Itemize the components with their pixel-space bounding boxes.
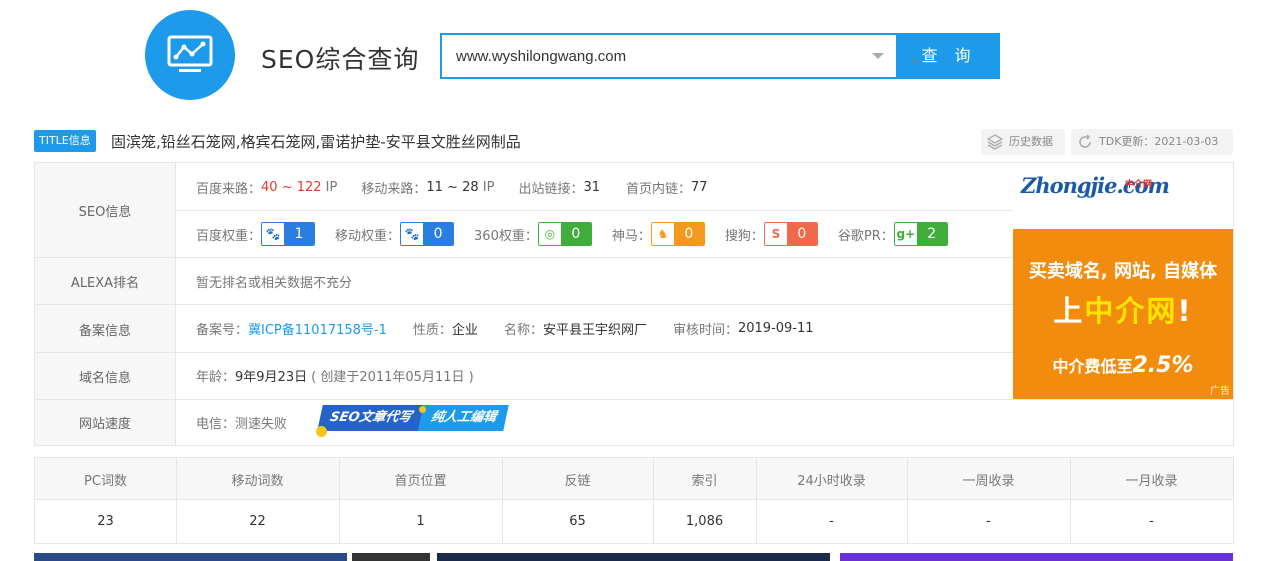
seo-traffic-row: 百度来路： 40 ~ 122 IP 移动来路： 11 ~ 28 IP 出站链接：… <box>196 179 708 197</box>
rank-badge[interactable]: 🐾 1 <box>261 222 316 246</box>
app-logo <box>145 10 235 100</box>
search-input[interactable] <box>454 35 878 77</box>
rank-label: 搜狗： <box>724 228 764 244</box>
icp-row: 备案号： 冀ICP备11017158号-1 性质： 企业 名称： 安平县王宇织网… <box>196 319 814 338</box>
title-tag: TITLE信息 <box>34 130 96 152</box>
stats-value: - <box>829 514 834 529</box>
stats-value: 65 <box>569 514 586 529</box>
history-button[interactable]: 历史数据 <box>981 129 1065 155</box>
speed-row: 电信：测速失败 <box>196 410 287 434</box>
horse-icon: ♞ <box>651 223 674 245</box>
mobile-paw-icon: 🐾 <box>401 223 424 245</box>
banner-preview[interactable] <box>840 553 1233 561</box>
rank-label: 神马： <box>611 228 651 244</box>
zhongjie-ad[interactable]: Zhongjie.com 中介网 买卖域名, 网站, 自媒体 上中介网! 中介费… <box>1013 163 1233 399</box>
history-label: 历史数据 <box>1009 135 1053 148</box>
stats-value: 1 <box>416 514 425 529</box>
icp-date-value: 2019-09-11 <box>737 320 814 336</box>
rank-badge[interactable]: S0 <box>763 222 818 246</box>
alexa-row: 暂无排名或相关数据不充分 <box>196 269 352 293</box>
domain-age-value: 9年9月23日 <box>235 369 308 385</box>
banner-preview[interactable] <box>352 553 430 561</box>
stats-value: 1,086 <box>685 514 724 529</box>
domain-label: 域名信息 <box>35 353 176 400</box>
stats-table: PC词数 23 移动词数 22 首页位置 1 反链 65 索引 1,086 24小时收录 - 一周收录 -… <box>34 457 1234 544</box>
tdk-update-button[interactable]: TDK更新：2021-03-03 <box>1071 129 1233 155</box>
icp-name-value: 安平县王宇织网厂 <box>542 322 647 338</box>
promo-dot-icon <box>316 426 327 437</box>
stats-value: - <box>1149 514 1154 529</box>
stats-header: 24小时收录 <box>797 473 866 489</box>
speed-label: 网站速度 <box>35 400 176 445</box>
baidu-traffic-value: 40 ~ 122 <box>261 179 322 195</box>
rank-value: 0 <box>423 223 454 245</box>
search-box <box>440 33 898 79</box>
rank-value: 0 <box>560 223 591 245</box>
ring-360-icon: ◎ <box>538 223 561 245</box>
site-title: 固滨笼,铅丝石笼网,格宾石笼网,雷诺护垫-安平县文胜丝网制品 <box>111 133 521 151</box>
seo-writing-promo[interactable]: SEO文章代写 纯人工编辑 <box>317 405 510 431</box>
icp-type-value: 企业 <box>451 322 478 338</box>
rank-label: 360权重： <box>474 228 538 244</box>
rank-badge[interactable]: 🐾 0 <box>400 222 455 246</box>
icp-label: 备案信息 <box>35 305 176 353</box>
banner-preview[interactable] <box>34 553 347 561</box>
alexa-label: ALEXA排名 <box>35 258 176 305</box>
rank-value: 0 <box>673 223 704 245</box>
domain-created: ( 创建于2011年05月11日 ) <box>311 369 474 385</box>
stats-header: 反链 <box>564 473 591 489</box>
icp-number-link[interactable]: 冀ICP备11017158号-1 <box>248 319 387 338</box>
rank-label: 移动权重： <box>335 228 401 244</box>
search-button[interactable]: 查 询 <box>898 33 1000 79</box>
stats-header: PC词数 <box>84 473 127 489</box>
stats-value: - <box>986 514 991 529</box>
refresh-icon <box>1077 134 1093 160</box>
rank-badge[interactable]: g+ 2 <box>893 222 948 246</box>
rank-label: 百度权重： <box>196 228 262 244</box>
mobile-traffic-value: 11 ~ 28 <box>426 179 479 195</box>
site-info-panel: SEO信息 ALEXA排名 备案信息 域名信息 网站速度 百度来路： 40 ~ … <box>34 162 1234 446</box>
stats-value: 22 <box>249 514 266 529</box>
seo-info-label: SEO信息 <box>35 163 176 258</box>
paw-icon: 🐾 <box>262 223 285 245</box>
rank-badge[interactable]: ♞ 0 <box>650 222 705 246</box>
rank-badge[interactable]: ◎ 0 <box>537 222 592 246</box>
rank-value: 1 <box>284 223 315 245</box>
rank-label: 谷歌PR： <box>837 228 894 244</box>
speed-value: 电信：测速失败 <box>196 416 288 432</box>
domain-row: 年龄： 9年9月23日 ( 创建于2011年05月11日 ) <box>196 363 474 387</box>
rank-badges-row: 百度权重： 🐾 1 移动权重： 🐾 0 360权重： ◎ 0 神马： ♞ 0 搜狗： S 0 谷歌PR： g+ 2 <box>196 222 968 246</box>
google-plus-icon: g+ <box>894 223 917 245</box>
stats-header: 一周收录 <box>962 473 1015 489</box>
sogou-icon: S <box>764 223 787 245</box>
tdk-update-label: TDK更新：2021-03-03 <box>1099 135 1219 148</box>
app-title: SEO综合查询 <box>261 45 420 74</box>
stats-header: 首页位置 <box>394 473 447 489</box>
stats-header: 一月收录 <box>1125 473 1178 489</box>
banner-preview[interactable] <box>437 553 830 561</box>
rank-value: 0 <box>786 223 817 245</box>
ad-tag: 广告 <box>1210 386 1230 397</box>
stats-value: 23 <box>97 514 114 529</box>
monitor-chart-icon <box>167 35 213 72</box>
ad-logo: Zhongjie.com 中介网 <box>1013 163 1233 229</box>
inlinks-value: 77 <box>691 179 708 195</box>
rank-value: 2 <box>916 223 947 245</box>
stats-header: 移动词数 <box>231 473 284 489</box>
chevron-down-icon[interactable] <box>872 53 884 59</box>
layers-icon <box>986 134 1004 160</box>
alexa-value: 暂无排名或相关数据不充分 <box>196 275 353 291</box>
outlinks-value: 31 <box>583 179 601 195</box>
stats-header: 索引 <box>691 473 718 489</box>
promo-dot-icon <box>419 406 426 413</box>
